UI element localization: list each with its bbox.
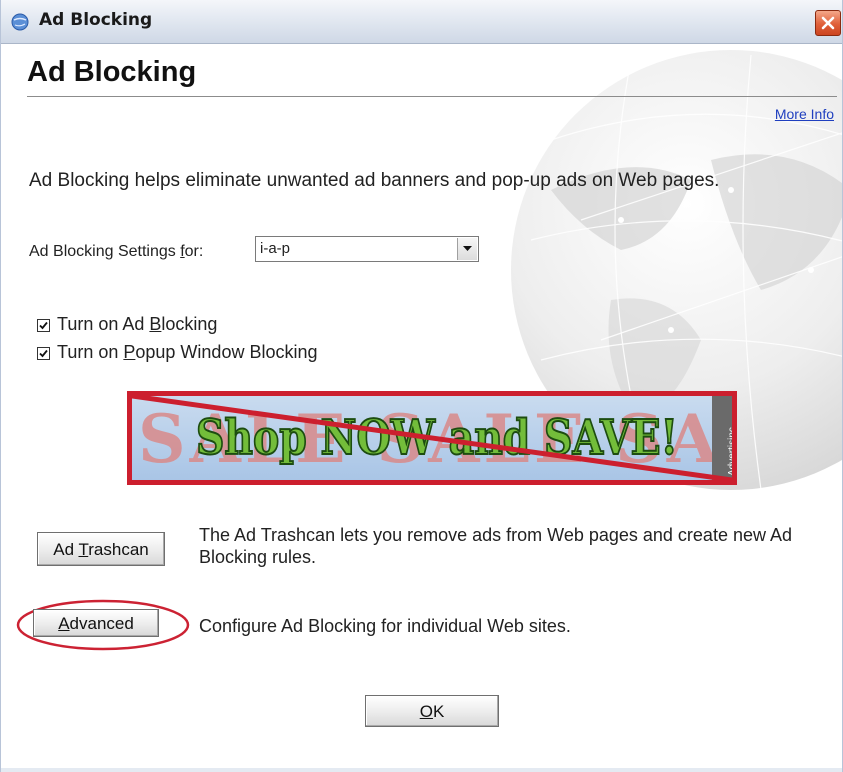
ad-trashcan-description: The Ad Trashcan lets you remove ads from… [199,525,792,567]
checkmark-icon [39,321,48,330]
ok-button[interactable]: OK [365,695,499,727]
label-mnemonic: B [149,314,162,334]
dropdown-button[interactable] [457,238,477,260]
window-bottom-edge [1,768,842,772]
button-mnemonic: T [78,540,89,559]
popup-blocking-checkbox[interactable] [37,347,50,360]
heading-divider [27,96,837,97]
button-mnemonic: A [58,614,70,633]
ad-blocking-checkbox-label: Turn on Ad Blocking [57,314,217,335]
ad-blocking-dialog: Ad Blocking Ad Blocking More Info Ad Blo… [0,0,843,772]
ad-blocking-checkbox[interactable] [37,319,50,332]
settings-profile-value: i-a-p [260,240,291,257]
settings-profile-select[interactable]: i-a-p [255,236,479,262]
label-part: Turn on Ad [57,314,150,334]
ad-trashcan-button[interactable]: Ad Trashcan [37,532,165,566]
button-label-part: rashcan [88,540,149,559]
settings-label-after: or: [184,243,204,260]
blocked-slash-icon [132,396,732,480]
app-globe-icon [11,13,29,31]
button-label-part: K [432,702,445,721]
page-title: Ad Blocking [27,56,197,88]
ad-blocking-description: Ad Blocking helps eliminate unwanted ad … [29,170,720,191]
checkmark-icon [39,349,48,358]
label-part: opup Window Blocking [135,342,318,362]
advanced-description: Configure Ad Blocking for individual Web… [199,616,571,636]
title-bar[interactable]: Ad Blocking [1,0,842,44]
popup-blocking-checkbox-label: Turn on Popup Window Blocking [57,342,318,363]
advanced-button[interactable]: Advanced [33,609,159,637]
label-part: locking [161,314,218,334]
settings-for-label: Ad Blocking Settings for: [29,243,203,261]
label-mnemonic: P [123,342,136,362]
close-icon [821,16,835,30]
blocked-ad-banner: SALE SALE SALE Shop NOW and SAVE! Advert… [127,391,737,485]
button-label-part: dvanced [69,614,134,633]
button-label-part: Ad [53,540,79,559]
chevron-down-icon [463,246,472,251]
button-mnemonic: O [419,702,433,721]
label-part: Turn on [57,342,124,362]
close-button[interactable] [815,10,841,36]
settings-label-before: Ad Blocking Settings [29,243,181,260]
window-title: Ad Blocking [39,10,153,30]
more-info-link[interactable]: More Info [775,106,834,122]
